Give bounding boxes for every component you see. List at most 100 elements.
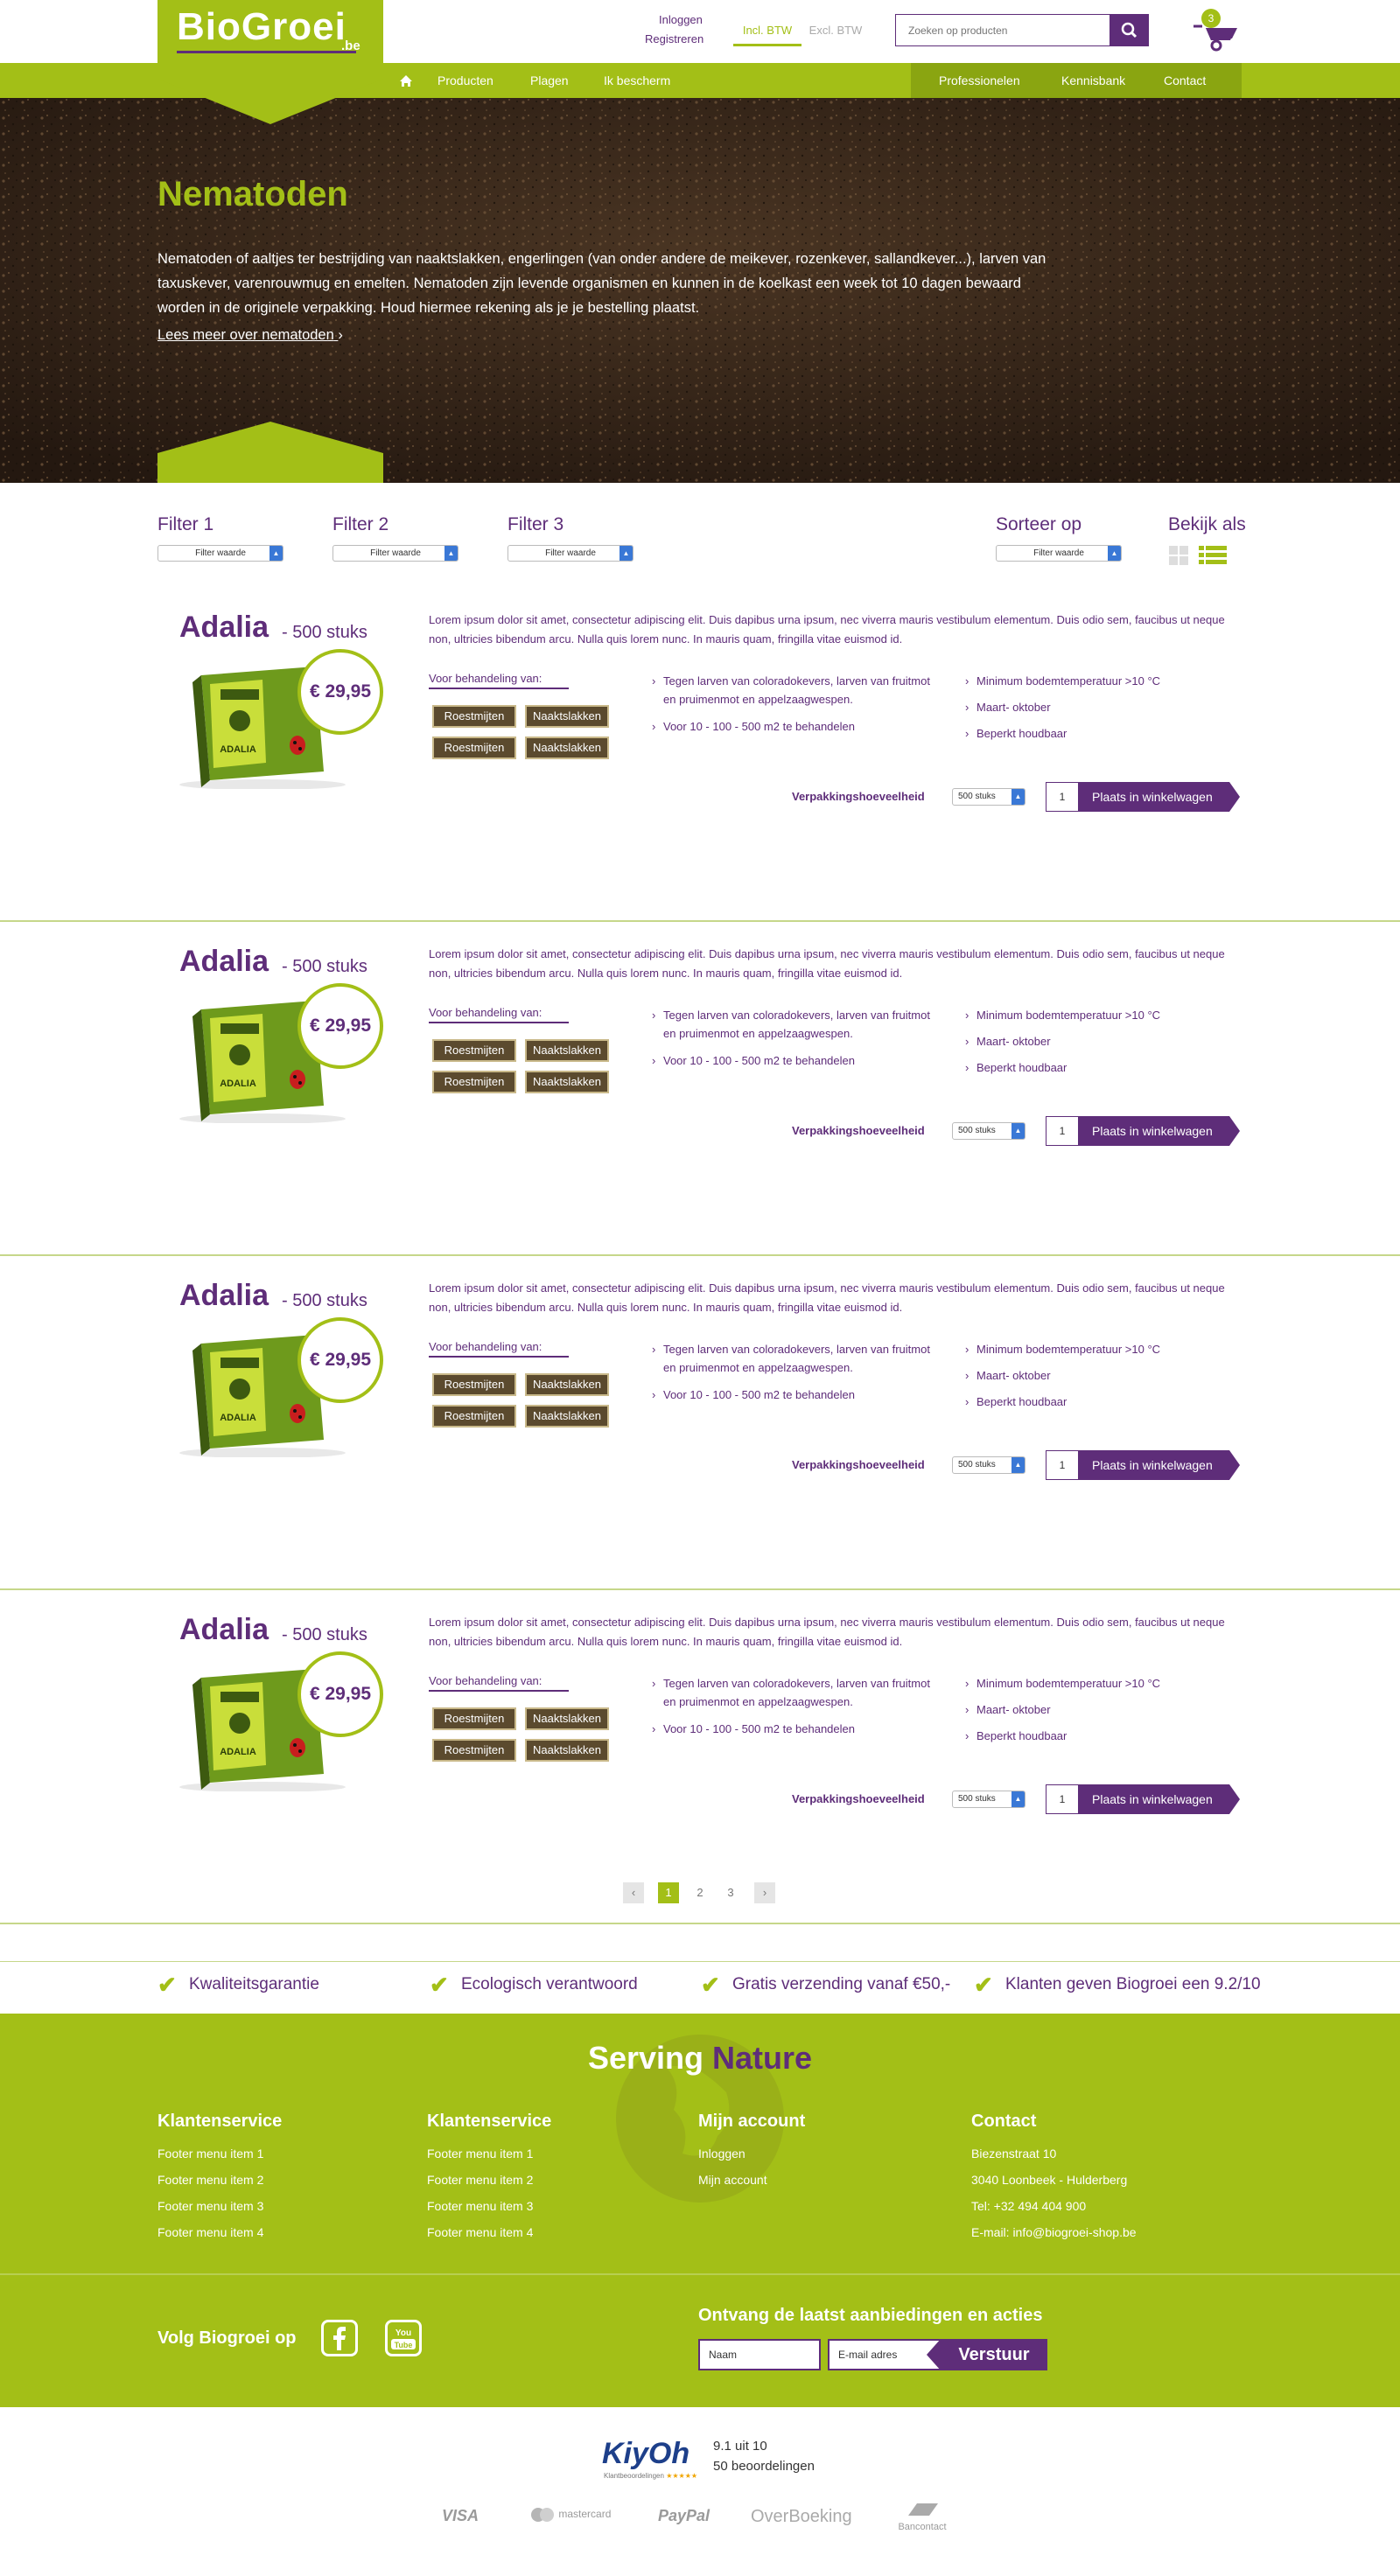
footer-link[interactable]: Footer menu item 3: [158, 2199, 263, 2213]
footer-link[interactable]: Footer menu item 4: [427, 2225, 533, 2239]
next-page-button[interactable]: ›: [754, 1882, 775, 1903]
add-to-cart-button[interactable]: Plaats in winkelwagen: [1079, 1450, 1240, 1480]
pest-tag[interactable]: Naaktslakken: [525, 1071, 609, 1093]
product-name[interactable]: Adalia: [179, 1279, 269, 1313]
login-link[interactable]: Inloggen: [659, 13, 703, 26]
sort-select[interactable]: Filter waarde ▲: [996, 545, 1122, 562]
prev-page-button[interactable]: ‹: [623, 1882, 644, 1903]
nav-item-kennisbank[interactable]: Kennisbank: [1061, 63, 1125, 98]
add-to-cart-button[interactable]: Plaats in winkelwagen: [1079, 1116, 1240, 1146]
footer-link[interactable]: Inloggen: [698, 2147, 746, 2161]
product-name[interactable]: Adalia: [179, 1613, 269, 1647]
search-icon: [1121, 22, 1138, 38]
svg-text:Tube: Tube: [395, 2341, 413, 2349]
quantity-input[interactable]: 1: [1046, 1784, 1079, 1814]
select-arrow-icon: ▲: [620, 546, 633, 561]
pest-tag[interactable]: Naaktslakken: [525, 1373, 609, 1396]
btw-incl-toggle[interactable]: Incl. BTW: [733, 24, 802, 46]
pest-tag[interactable]: Roestmijten: [432, 1039, 516, 1062]
footer-link[interactable]: Footer menu item 3: [427, 2199, 533, 2213]
select-arrow-icon: ▲: [1012, 789, 1025, 805]
svg-text:ADALIA: ADALIA: [220, 1079, 256, 1089]
list-view-icon[interactable]: [1199, 546, 1227, 565]
add-to-cart-button[interactable]: Plaats in winkelwagen: [1079, 1784, 1240, 1814]
footer-link[interactable]: Footer menu item 4: [158, 2225, 263, 2239]
chevron-right-icon: ›: [652, 1388, 656, 1401]
page-1-button[interactable]: 1: [658, 1882, 679, 1903]
pest-tag[interactable]: Roestmijten: [432, 1373, 516, 1396]
page-2-button[interactable]: 2: [690, 1882, 710, 1903]
chevron-right-icon: ›: [965, 1035, 970, 1048]
product-name[interactable]: Adalia: [179, 945, 269, 979]
pest-tag[interactable]: Roestmijten: [432, 1405, 516, 1428]
pest-tag[interactable]: Naaktslakken: [525, 705, 609, 728]
product-name[interactable]: Adalia: [179, 611, 269, 645]
quantity-input[interactable]: 1: [1046, 782, 1079, 812]
feature-bullet: › Maart- oktober: [965, 1366, 1222, 1385]
page-3-button[interactable]: 3: [720, 1882, 741, 1903]
quantity-input[interactable]: 1: [1046, 1450, 1079, 1480]
usp-item: ✔ Ecologisch verantwoord: [430, 1972, 638, 1998]
chevron-right-icon: ›: [965, 1395, 970, 1408]
pest-tag[interactable]: Roestmijten: [432, 1071, 516, 1093]
feature-bullet: › Maart- oktober: [965, 1700, 1222, 1719]
read-more-link[interactable]: Lees meer over nematoden ›: [158, 327, 343, 344]
pest-tag[interactable]: Naaktslakken: [525, 1707, 609, 1730]
footer-link[interactable]: Mijn account: [698, 2173, 767, 2187]
usp-item: ✔ Kwaliteitsgarantie: [158, 1972, 319, 1998]
home-icon[interactable]: [399, 63, 413, 98]
footer-link[interactable]: Footer menu item 2: [427, 2173, 533, 2187]
chevron-right-icon: ›: [965, 1369, 970, 1382]
feature-bullet: › Beperkt houdbaar: [965, 1727, 1222, 1745]
nav-item-plagen[interactable]: Plagen: [530, 63, 569, 98]
pest-tag[interactable]: Roestmijten: [432, 736, 516, 759]
grid-view-icon[interactable]: [1169, 546, 1188, 565]
chevron-left-icon: ‹: [631, 1886, 636, 1899]
contact-info-item: 3040 Loonbeek - Hulderberg: [971, 2173, 1128, 2187]
select-arrow-icon: ▲: [1108, 546, 1121, 561]
nav-item-contact[interactable]: Contact: [1164, 63, 1206, 98]
footer-link[interactable]: Footer menu item 1: [158, 2147, 263, 2161]
filter-2-select[interactable]: Filter waarde ▲: [332, 545, 458, 562]
cart-button[interactable]: 3: [1190, 9, 1242, 52]
package-size-select[interactable]: 500 stuks ▲: [952, 1791, 1026, 1808]
feature-bullet: › Beperkt houdbaar: [965, 1393, 1222, 1411]
pest-tag[interactable]: Roestmijten: [432, 705, 516, 728]
contact-info-item: E-mail: info@biogroei-shop.be: [971, 2225, 1137, 2239]
nav-item-ik-bescherm[interactable]: Ik bescherm: [604, 63, 670, 98]
youtube-icon[interactable]: You Tube: [385, 2320, 422, 2356]
kiyoh-logo[interactable]: KiyOh: [602, 2437, 690, 2471]
add-to-cart-button[interactable]: Plaats in winkelwagen: [1079, 782, 1240, 812]
feature-bullet: › Voor 10 - 100 - 500 m2 te behandelen: [652, 1051, 934, 1070]
name-field[interactable]: Naam: [698, 2339, 821, 2370]
nav-item-producten[interactable]: Producten: [438, 63, 494, 98]
footer-link[interactable]: Footer menu item 1: [427, 2147, 533, 2161]
package-size-select[interactable]: 500 stuks ▲: [952, 788, 1026, 806]
pest-tag[interactable]: Naaktslakken: [525, 736, 609, 759]
footer-link[interactable]: Footer menu item 2: [158, 2173, 263, 2187]
search-button[interactable]: [1110, 15, 1148, 45]
search-input[interactable]: [896, 15, 1115, 45]
feature-bullet: › Beperkt houdbaar: [965, 724, 1222, 743]
pest-tag[interactable]: Naaktslakken: [525, 1739, 609, 1762]
nav-item-professionelen[interactable]: Professionelen: [939, 63, 1020, 98]
btw-excl-toggle[interactable]: Excl. BTW: [805, 24, 866, 37]
pest-tag[interactable]: Naaktslakken: [525, 1405, 609, 1428]
footer-slogan: Serving Nature: [587, 2040, 813, 2076]
footer-divider: [0, 2273, 1400, 2275]
filter-3-select[interactable]: Filter waarde ▲: [508, 545, 634, 562]
quantity-input[interactable]: 1: [1046, 1116, 1079, 1146]
pest-tag[interactable]: Roestmijten: [432, 1707, 516, 1730]
facebook-icon[interactable]: [321, 2320, 358, 2356]
register-link[interactable]: Registreren: [645, 32, 704, 45]
pest-tag[interactable]: Naaktslakken: [525, 1039, 609, 1062]
filter-1-select[interactable]: Filter waarde ▲: [158, 545, 284, 562]
newsletter-title: Ontvang de laatst aanbiedingen en acties: [698, 2306, 1043, 2325]
treatment-label: Voor behandeling van:: [429, 672, 569, 689]
footer-column-title: Klantenservice: [158, 2112, 283, 2131]
pest-tag[interactable]: Roestmijten: [432, 1739, 516, 1762]
logo[interactable]: BioGroei .be: [158, 0, 383, 124]
newsletter-submit-button[interactable]: Verstuur: [927, 2339, 1047, 2370]
package-size-select[interactable]: 500 stuks ▲: [952, 1122, 1026, 1140]
package-size-select[interactable]: 500 stuks ▲: [952, 1456, 1026, 1474]
